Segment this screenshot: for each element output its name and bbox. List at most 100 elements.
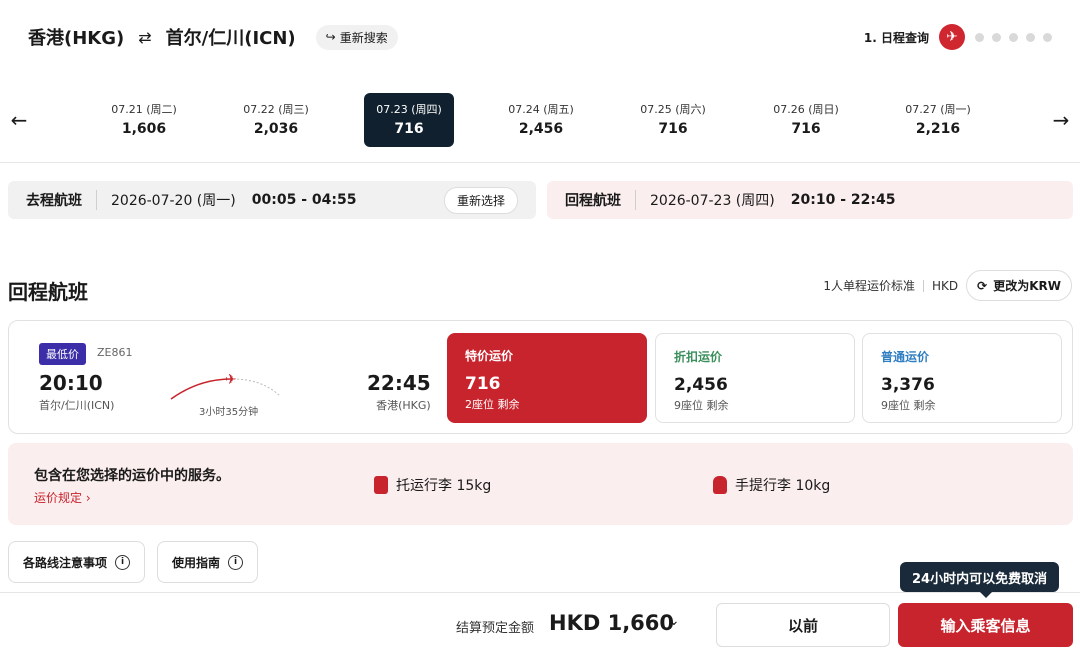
checked-baggage-label: 托运行李 15kg [396, 478, 492, 494]
info-icon: i [228, 554, 244, 570]
date-item[interactable]: 07.27 (周一) 2,216 [893, 93, 983, 147]
suitcase-icon [374, 476, 388, 494]
plane-icon: ✈ [939, 24, 965, 50]
arrival-time: 22:45 [367, 371, 431, 395]
step-label: 1. 日程查询 [863, 30, 929, 45]
fare-price: 716 [465, 374, 501, 394]
divider [0, 162, 1080, 163]
swap-icon[interactable]: ⇄ [138, 28, 151, 47]
date-item-selected[interactable]: 07.23 (周四) 716 [364, 93, 454, 147]
date-label: 07.23 (周四) [376, 103, 442, 116]
fare-seats: 2座位 剩余 [465, 398, 520, 411]
date-price: 2,036 [253, 121, 299, 137]
arrival: 22:45 香港(HKG) [367, 371, 431, 413]
outbound-date: 2026-07-20 (周一) [111, 193, 236, 209]
date-price: 716 [394, 121, 424, 137]
lowest-price-badge: 最低价 [39, 343, 86, 365]
included-services: 包含在您选择的运价中的服务。 运价规定 › 托运行李 15kg 手提行李 10k… [8, 443, 1073, 525]
date-item[interactable]: 07.24 (周五) 2,456 [496, 93, 586, 147]
date-item[interactable]: 07.21 (周二) 1,606 [99, 93, 189, 147]
departure-time: 20:10 [39, 371, 103, 395]
services-heading: 包含在您选择的运价中的服务。 [34, 468, 230, 484]
step-dot [1026, 32, 1035, 42]
arrow-right-icon[interactable]: → [1046, 108, 1076, 132]
date-label: 07.22 (周三) [243, 103, 309, 116]
research-button[interactable]: ↪ 重新搜索 [315, 24, 398, 50]
chevron-right-icon: › [85, 491, 91, 505]
step-dots [975, 32, 1052, 42]
redo-arrow-icon: ↪ [325, 30, 336, 44]
user-guide-label: 使用指南 [172, 555, 221, 570]
fare-rules-link[interactable]: 运价规定 › [34, 489, 91, 506]
date-label: 07.25 (周六) [640, 103, 706, 116]
total-amount: HKD 1,660 [549, 611, 675, 635]
return-label: 回程航班 [565, 190, 636, 210]
outbound-time: 00:05 - 04:55 [251, 192, 357, 208]
carry-bag-icon [713, 476, 727, 494]
total-label: 结算预定金额 [456, 621, 535, 636]
free-cancel-tooltip: 24小时内可以免费取消 [900, 562, 1060, 598]
fare-seats: 9座位 剩余 [674, 399, 729, 412]
date-item[interactable]: 07.25 (周六) 716 [628, 93, 718, 147]
krw-label: 更改为KRW [993, 279, 1061, 293]
arrow-left-icon[interactable]: ← [4, 108, 34, 132]
fare-note: 1人单程运价标准 HKD ⟳ 更改为KRW [823, 270, 1072, 301]
fare-note-text: 1人单程运价标准 [823, 279, 916, 293]
departure-airport: 首尔/仁川(ICN) [39, 399, 115, 412]
date-price: 716 [658, 121, 688, 137]
return-summary: 回程航班 2026-07-23 (周四) 20:10 - 22:45 [547, 181, 1073, 219]
date-label: 07.27 (周一) [905, 103, 971, 116]
step-dot [975, 32, 984, 42]
chevron-down-icon[interactable]: ⌄ [668, 613, 680, 629]
fare-price: 3,376 [881, 375, 935, 395]
date-label: 07.24 (周五) [508, 103, 574, 116]
date-label: 07.21 (周二) [111, 103, 177, 116]
separator [923, 279, 925, 292]
carry-on-label: 手提行李 10kg [735, 478, 831, 494]
fare-normal[interactable]: 普通运价 3,376 9座位 剩余 [862, 333, 1062, 423]
fare-name: 特价运价 [465, 349, 514, 363]
refresh-icon: ⟳ [977, 278, 988, 293]
user-guide-button[interactable]: 使用指南 i [157, 541, 259, 583]
arrival-airport: 香港(HKG) [376, 399, 431, 412]
date-label: 07.26 (周日) [773, 103, 839, 116]
info-icon: i [115, 554, 131, 570]
step-indicator: 1. 日程查询 ✈ [864, 24, 1052, 50]
date-item[interactable]: 07.22 (周三) 2,036 [231, 93, 321, 147]
fare-special[interactable]: 特价运价 716 2座位 剩余 [447, 333, 647, 423]
date-item[interactable]: 07.26 (周日) 716 [761, 93, 851, 147]
route-header: 香港(HKG) ⇄ 首尔/仁川(ICN) ↪ 重新搜索 [28, 24, 398, 50]
flight-path-icon: ✈ [170, 372, 280, 400]
fare-name: 普通运价 [881, 350, 930, 364]
outbound-summary: 去程航班 2026-07-20 (周一) 00:05 - 04:55 重新选择 [8, 181, 536, 219]
currency-label: HKD [932, 278, 959, 293]
reselect-button[interactable]: 重新选择 [443, 187, 518, 214]
section-title: 回程航班 [8, 280, 88, 304]
fare-price: 2,456 [674, 375, 728, 395]
carry-on-baggage: 手提行李 10kg [713, 475, 830, 495]
research-label: 重新搜索 [339, 30, 388, 45]
fare-name: 折扣运价 [674, 350, 723, 364]
fare-rules-label: 运价规定 [34, 491, 83, 505]
flight-number: ZE861 [97, 346, 133, 359]
departure: 20:10 首尔/仁川(ICN) [39, 371, 114, 413]
checked-baggage: 托运行李 15kg [374, 475, 491, 495]
step-dot [1043, 32, 1052, 42]
change-currency-button[interactable]: ⟳ 更改为KRW [966, 270, 1072, 301]
step-dot [1009, 32, 1018, 42]
destination-city: 首尔/仁川(ICN) [165, 28, 296, 49]
date-price: 2,216 [915, 121, 961, 137]
date-price: 716 [791, 121, 821, 137]
fare-discount[interactable]: 折扣运价 2,456 9座位 剩余 [655, 333, 855, 423]
date-strip: ← 07.21 (周二) 1,606 07.22 (周三) 2,036 07.2… [0, 90, 1080, 160]
previous-button[interactable]: 以前 [716, 603, 890, 647]
step-dot [992, 32, 1001, 42]
enter-passenger-button[interactable]: 输入乘客信息 [898, 603, 1073, 647]
svg-text:✈: ✈ [225, 372, 237, 388]
flight-card: 最低价 ZE861 20:10 首尔/仁川(ICN) ✈ 3小时35分钟 22:… [8, 320, 1073, 434]
return-date: 2026-07-23 (周四) [650, 193, 775, 209]
date-price: 2,456 [518, 121, 564, 137]
return-time: 20:10 - 22:45 [790, 192, 896, 208]
outbound-label: 去程航班 [26, 190, 97, 210]
route-notes-button[interactable]: 各路线注意事项 i [8, 541, 146, 583]
